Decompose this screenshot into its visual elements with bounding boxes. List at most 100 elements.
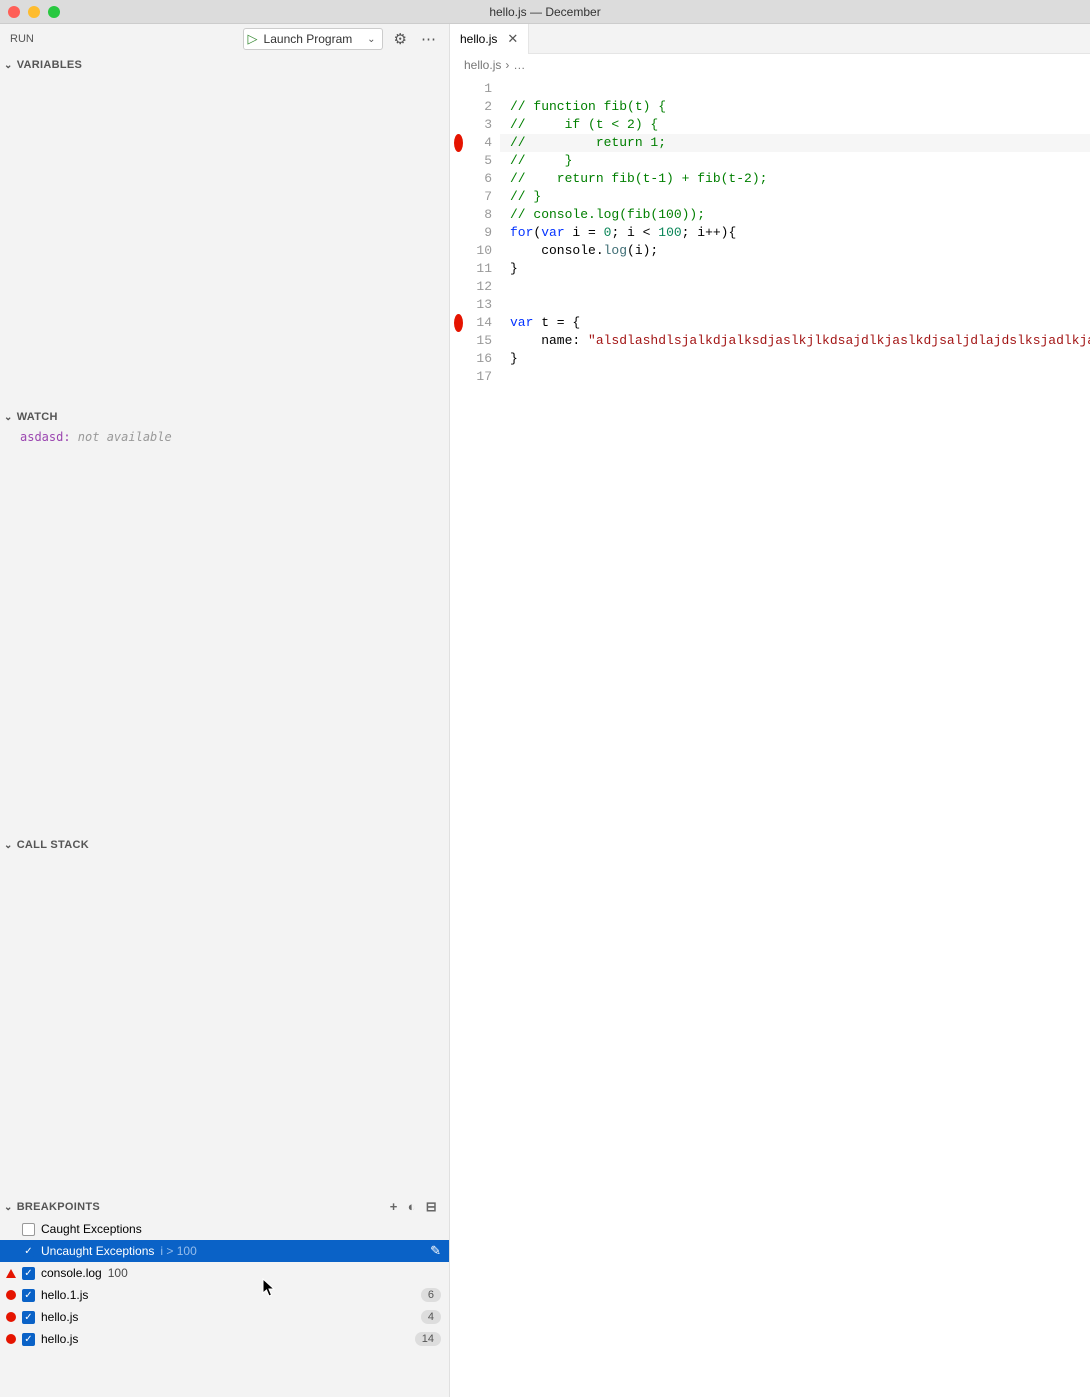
breakpoint-row[interactable]: ✓hello.1.js6 — [0, 1284, 449, 1306]
remove-all-breakpoints-icon[interactable]: ⊟ — [426, 1199, 437, 1215]
code-area[interactable]: 1234567891011121314151617 // function fi… — [450, 76, 1090, 1397]
main-area: RUN ▷ Launch Program ⌄ ⚙ ⋯ ⌄ VARIABLES ⌄… — [0, 24, 1090, 1397]
watch-value: not available — [78, 430, 172, 444]
breakpoint-label: hello.js — [41, 1310, 78, 1324]
callstack-header[interactable]: ⌄ CALL STACK — [0, 834, 449, 856]
watch-item[interactable]: asdasd: not available — [0, 428, 449, 446]
code-line[interactable]: } — [500, 260, 1090, 278]
run-header: RUN ▷ Launch Program ⌄ ⚙ ⋯ — [0, 24, 449, 54]
tab-label: hello.js — [460, 32, 497, 46]
code-lines[interactable]: // function fib(t) {// if (t < 2) {// re… — [500, 76, 1090, 1397]
window-title: hello.js — December — [489, 5, 600, 19]
line-number: 17 — [466, 368, 492, 386]
chevron-down-icon: ⌄ — [4, 60, 13, 71]
code-line[interactable] — [500, 80, 1090, 98]
breakpoint-row[interactable]: ✓ hello.js 4 — [0, 1306, 449, 1328]
line-number: 11 — [466, 260, 492, 278]
breakpoints-header[interactable]: ⌄ BREAKPOINTS + ◐ ⊟ — [0, 1196, 449, 1218]
debug-sidebar: RUN ▷ Launch Program ⌄ ⚙ ⋯ ⌄ VARIABLES ⌄… — [0, 24, 450, 1397]
variables-title: VARIABLES — [17, 59, 82, 71]
breakpoint-row[interactable]: ✓ console.log 100 — [0, 1262, 449, 1284]
callstack-title: CALL STACK — [17, 839, 89, 851]
breadcrumb-file: hello.js — [464, 58, 501, 72]
breakpoint-label: hello.1.js — [41, 1288, 88, 1302]
breakpoint-label: console.log — [41, 1266, 102, 1280]
launch-config-name: Launch Program — [262, 32, 368, 46]
line-number: 7 — [466, 188, 492, 206]
minimize-window-button[interactable] — [28, 6, 40, 18]
breakpoint-gutter[interactable] — [450, 76, 466, 1397]
breakpoint-label: Uncaught Exceptions — [41, 1244, 154, 1258]
watch-header[interactable]: ⌄ WATCH — [0, 406, 449, 428]
code-line[interactable]: // console.log(fib(100)); — [500, 206, 1090, 224]
code-line[interactable] — [500, 296, 1090, 314]
close-window-button[interactable] — [8, 6, 20, 18]
variables-header[interactable]: ⌄ VARIABLES — [0, 54, 449, 76]
titlebar: hello.js — December — [0, 0, 1090, 24]
breakpoint-row[interactable]: ✓hello.js14 — [0, 1328, 449, 1350]
breakpoint-line-badge: 4 — [421, 1310, 441, 1324]
breakpoint-checkbox[interactable]: ✓ — [22, 1267, 35, 1280]
line-number: 14 — [466, 314, 492, 332]
code-line[interactable]: // function fib(t) { — [500, 98, 1090, 116]
line-number: 6 — [466, 170, 492, 188]
breakpoint-icon — [6, 1290, 16, 1300]
zoom-window-button[interactable] — [48, 6, 60, 18]
breakpoint-icon-none — [6, 1246, 16, 1256]
code-line[interactable]: for(var i = 0; i < 100; i++){ — [500, 224, 1090, 242]
code-line[interactable]: var t = { — [500, 314, 1090, 332]
code-line[interactable]: // return 1; — [500, 134, 1090, 152]
code-line[interactable]: // if (t < 2) { — [500, 116, 1090, 134]
line-number: 5 — [466, 152, 492, 170]
line-number: 10 — [466, 242, 492, 260]
chevron-down-icon[interactable]: ⌄ — [367, 34, 381, 45]
code-line[interactable]: // return fib(t-1) + fib(t-2); — [500, 170, 1090, 188]
breakpoint-checkbox[interactable]: ✓ — [22, 1311, 35, 1324]
line-number: 1 — [466, 80, 492, 98]
code-line[interactable] — [500, 368, 1090, 386]
line-number: 12 — [466, 278, 492, 296]
line-number-gutter: 1234567891011121314151617 — [466, 76, 500, 1397]
breakpoint-checkbox[interactable]: ✓ — [22, 1333, 35, 1346]
code-line[interactable]: // } — [500, 152, 1090, 170]
breakpoint-label: hello.js — [41, 1332, 78, 1346]
edit-breakpoint-icon[interactable]: ✎ — [430, 1243, 441, 1259]
code-line[interactable]: console.log(i); — [500, 242, 1090, 260]
code-line[interactable]: // } — [500, 188, 1090, 206]
logpoint-icon — [6, 1269, 16, 1278]
code-line[interactable]: name: "alsdlashdlsjalkdjalksdjaslkjlkdsa… — [500, 332, 1090, 350]
breadcrumb[interactable]: hello.js › … — [450, 54, 1090, 76]
breakpoint-icon[interactable] — [454, 134, 463, 152]
breakpoint-condition: i > 100 — [160, 1244, 196, 1258]
add-breakpoint-icon[interactable]: + — [390, 1199, 398, 1215]
breakpoint-checkbox[interactable]: ✓ — [22, 1289, 35, 1302]
line-number: 4 — [466, 134, 492, 152]
breakpoint-condition: 100 — [108, 1266, 128, 1280]
close-tab-icon[interactable]: ✕ — [507, 31, 518, 47]
traffic-lights — [8, 6, 60, 18]
watch-title: WATCH — [17, 411, 58, 423]
breakpoint-label: Caught Exceptions — [41, 1222, 142, 1236]
breakpoint-checkbox[interactable]: ✓ — [22, 1245, 35, 1258]
callstack-section: ⌄ CALL STACK — [0, 834, 449, 1196]
line-number: 15 — [466, 332, 492, 350]
line-number: 2 — [466, 98, 492, 116]
breadcrumb-sep: › — [505, 58, 509, 72]
editor-tab[interactable]: hello.js ✕ — [450, 24, 529, 54]
line-number: 13 — [466, 296, 492, 314]
chevron-down-icon: ⌄ — [4, 840, 13, 851]
gear-icon[interactable]: ⚙ — [391, 30, 410, 48]
breakpoint-checkbox[interactable] — [22, 1223, 35, 1236]
breakpoint-icon-none — [6, 1224, 16, 1234]
watch-section: ⌄ WATCH asdasd: not available — [0, 406, 449, 834]
code-line[interactable]: } — [500, 350, 1090, 368]
play-icon[interactable]: ▷ — [244, 31, 262, 47]
more-icon[interactable]: ⋯ — [418, 30, 439, 48]
breakpoint-row[interactable]: ✓ Uncaught Exceptions i > 100 ✎ — [0, 1240, 449, 1262]
launch-config-select[interactable]: ▷ Launch Program ⌄ — [243, 28, 383, 50]
breakpoint-icon[interactable] — [454, 314, 463, 332]
toggle-breakpoints-icon[interactable]: ◐ — [408, 1199, 416, 1215]
breakpoint-row[interactable]: Caught Exceptions — [0, 1218, 449, 1240]
breakpoint-icon — [6, 1312, 16, 1322]
code-line[interactable] — [500, 278, 1090, 296]
